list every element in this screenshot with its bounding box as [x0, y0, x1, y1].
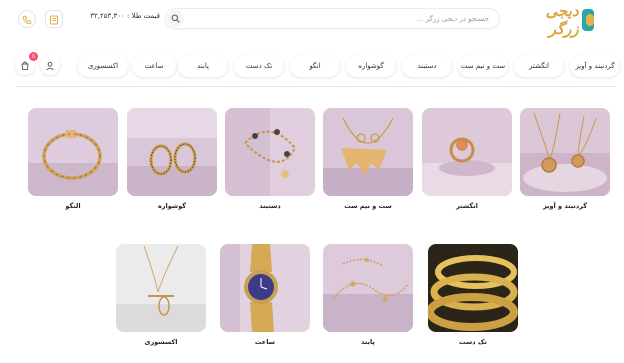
- category-image-anklet: [323, 244, 413, 332]
- category-image-set: [323, 108, 413, 196]
- category-label: انگشتر: [456, 202, 478, 210]
- category-accessory[interactable]: اکسسوری: [116, 244, 206, 346]
- nav-item-bangle[interactable]: انگو: [290, 55, 340, 77]
- category-label: گوشواره: [157, 202, 187, 210]
- nav-item-single-bangle[interactable]: تک دست: [234, 55, 284, 77]
- nav-item-watch[interactable]: ساعت: [132, 55, 176, 77]
- category-bangle[interactable]: النگو: [28, 108, 118, 210]
- logo-icon: [581, 9, 594, 31]
- page: دیجی زرگر قیمت طلا : ۳۲,۲۵۳,۳۰۰ گردنبند …: [0, 0, 624, 363]
- category-image-watch: [220, 244, 310, 332]
- category-image-ring: [422, 108, 512, 196]
- category-nav: گردنبند و آویز انگشتر ست و نیم ست دستبند…: [14, 55, 620, 77]
- category-image-earring: [127, 108, 217, 196]
- nav-item-ring[interactable]: انگشتر: [514, 55, 564, 77]
- category-image-bangle: [28, 108, 118, 196]
- category-watch[interactable]: ساعت: [220, 244, 310, 346]
- gold-price: قیمت طلا : ۳۲,۲۵۳,۳۰۰: [90, 12, 160, 20]
- nav-item-anklet[interactable]: پابند: [178, 55, 228, 77]
- category-image-accessory: [116, 244, 206, 332]
- category-label: پابند: [361, 338, 375, 346]
- user-button[interactable]: [40, 55, 60, 75]
- search-input[interactable]: [189, 12, 489, 26]
- category-anklet[interactable]: پابند: [323, 244, 413, 346]
- category-image-bracelet: [225, 108, 315, 196]
- document-icon: [49, 10, 59, 29]
- nav-item-set[interactable]: ست و نیم ست: [458, 55, 508, 77]
- category-label: اکسسوری: [144, 338, 178, 346]
- category-set[interactable]: ست و نیم ست: [323, 108, 413, 210]
- category-image-necklace: [520, 108, 610, 196]
- category-label: گردنبند و آویز: [543, 202, 587, 210]
- user-icon: [45, 56, 55, 75]
- header: دیجی زرگر قیمت طلا : ۳۲,۲۵۳,۳۰۰: [0, 0, 624, 40]
- cart-button[interactable]: 0: [15, 52, 38, 75]
- logo[interactable]: دیجی زرگر: [526, 2, 594, 38]
- category-label: دستبند: [259, 202, 281, 210]
- category-single-bangle[interactable]: تک دست: [428, 244, 518, 346]
- search-icon[interactable]: [167, 10, 184, 27]
- category-image-single-bangle: [428, 244, 518, 332]
- phone-button[interactable]: [18, 10, 36, 28]
- divider: [16, 86, 616, 87]
- nav-item-necklace[interactable]: گردنبند و آویز: [570, 55, 620, 77]
- category-label: ست و نیم ست: [344, 202, 392, 210]
- category-earring[interactable]: گوشواره: [127, 108, 217, 210]
- phone-icon: [22, 10, 32, 29]
- nav-item-earring[interactable]: گوشواره: [346, 55, 396, 77]
- logo-text: دیجی زرگر: [545, 2, 580, 38]
- search-bar: [165, 8, 500, 29]
- category-label: النگو: [65, 202, 81, 210]
- document-button[interactable]: [45, 10, 63, 28]
- category-label: تک دست: [459, 338, 487, 346]
- category-bracelet[interactable]: دستبند: [225, 108, 315, 210]
- cart-badge: 0: [29, 52, 38, 61]
- nav-item-bracelet[interactable]: دستبند: [402, 55, 452, 77]
- category-necklace[interactable]: گردنبند و آویز: [520, 108, 610, 210]
- nav-item-accessory[interactable]: اکسسوری: [78, 55, 128, 77]
- category-ring[interactable]: انگشتر: [422, 108, 512, 210]
- category-label: ساعت: [254, 338, 276, 346]
